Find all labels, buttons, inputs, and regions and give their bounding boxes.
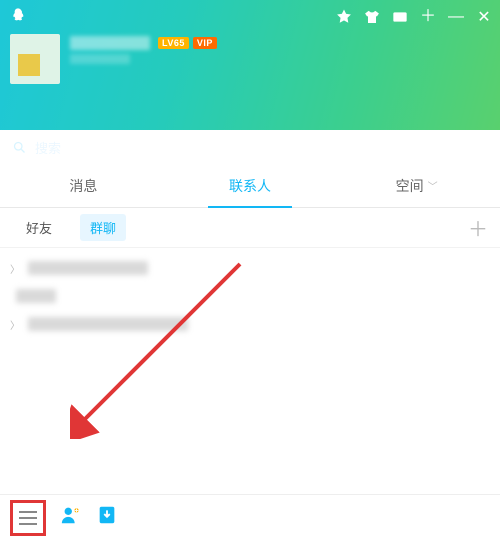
profile-info: LV65 VIP bbox=[70, 36, 217, 64]
main-tabs: 消息 联系人 空间﹀ bbox=[0, 164, 500, 208]
list-item[interactable]: 〉 bbox=[10, 254, 496, 282]
hamburger-icon bbox=[18, 510, 38, 526]
search-placeholder: 搜索 bbox=[35, 138, 61, 157]
minimize-button[interactable]: — bbox=[448, 9, 464, 25]
add-friend-icon[interactable] bbox=[60, 504, 82, 531]
header-panel: ＋ — ✕ LV65 VIP bbox=[0, 0, 500, 130]
tshirt-icon[interactable] bbox=[364, 9, 380, 25]
qq-logo-icon bbox=[10, 7, 26, 28]
chevron-right-icon: 〉 bbox=[10, 317, 20, 332]
group-name bbox=[28, 317, 188, 331]
footer-bar bbox=[0, 494, 500, 540]
mail-icon[interactable] bbox=[392, 9, 408, 25]
add-icon[interactable]: ＋ bbox=[420, 9, 436, 25]
list-item[interactable]: 〉 bbox=[10, 310, 496, 338]
subtab-groups[interactable]: 群聊 bbox=[80, 214, 126, 241]
tab-messages[interactable]: 消息 bbox=[0, 164, 167, 207]
badges: LV65 VIP bbox=[158, 37, 217, 49]
titlebar: ＋ — ✕ bbox=[10, 6, 492, 28]
tab-space[interactable]: 空间﹀ bbox=[333, 164, 500, 207]
chevron-down-icon: ﹀ bbox=[428, 178, 438, 193]
profile-area[interactable]: LV65 VIP bbox=[10, 34, 492, 84]
main-menu-button[interactable] bbox=[10, 500, 46, 536]
add-contact-button[interactable]: ＋ bbox=[466, 216, 490, 240]
signature bbox=[70, 54, 130, 64]
nickname bbox=[70, 36, 150, 50]
file-transfer-icon[interactable] bbox=[96, 504, 118, 531]
tab-contacts[interactable]: 联系人 bbox=[167, 164, 334, 207]
contact-list: 〉 〉 bbox=[0, 248, 500, 494]
group-name bbox=[28, 261, 148, 275]
vip-badge: VIP bbox=[193, 37, 217, 49]
chevron-right-icon: 〉 bbox=[10, 261, 20, 276]
search-icon bbox=[12, 140, 27, 155]
subtab-friends[interactable]: 好友 bbox=[16, 214, 62, 241]
search-bar[interactable]: 搜索 bbox=[0, 130, 500, 164]
avatar[interactable] bbox=[10, 34, 60, 84]
list-item[interactable] bbox=[16, 282, 496, 310]
level-badge: LV65 bbox=[158, 37, 189, 49]
sub-tabs-row: 好友 群聊 ＋ bbox=[0, 208, 500, 248]
group-name bbox=[16, 289, 56, 303]
qq-main-window: ＋ — ✕ LV65 VIP 搜索 消息 bbox=[0, 0, 500, 540]
star-icon[interactable] bbox=[336, 9, 352, 25]
close-button[interactable]: ✕ bbox=[476, 9, 492, 25]
